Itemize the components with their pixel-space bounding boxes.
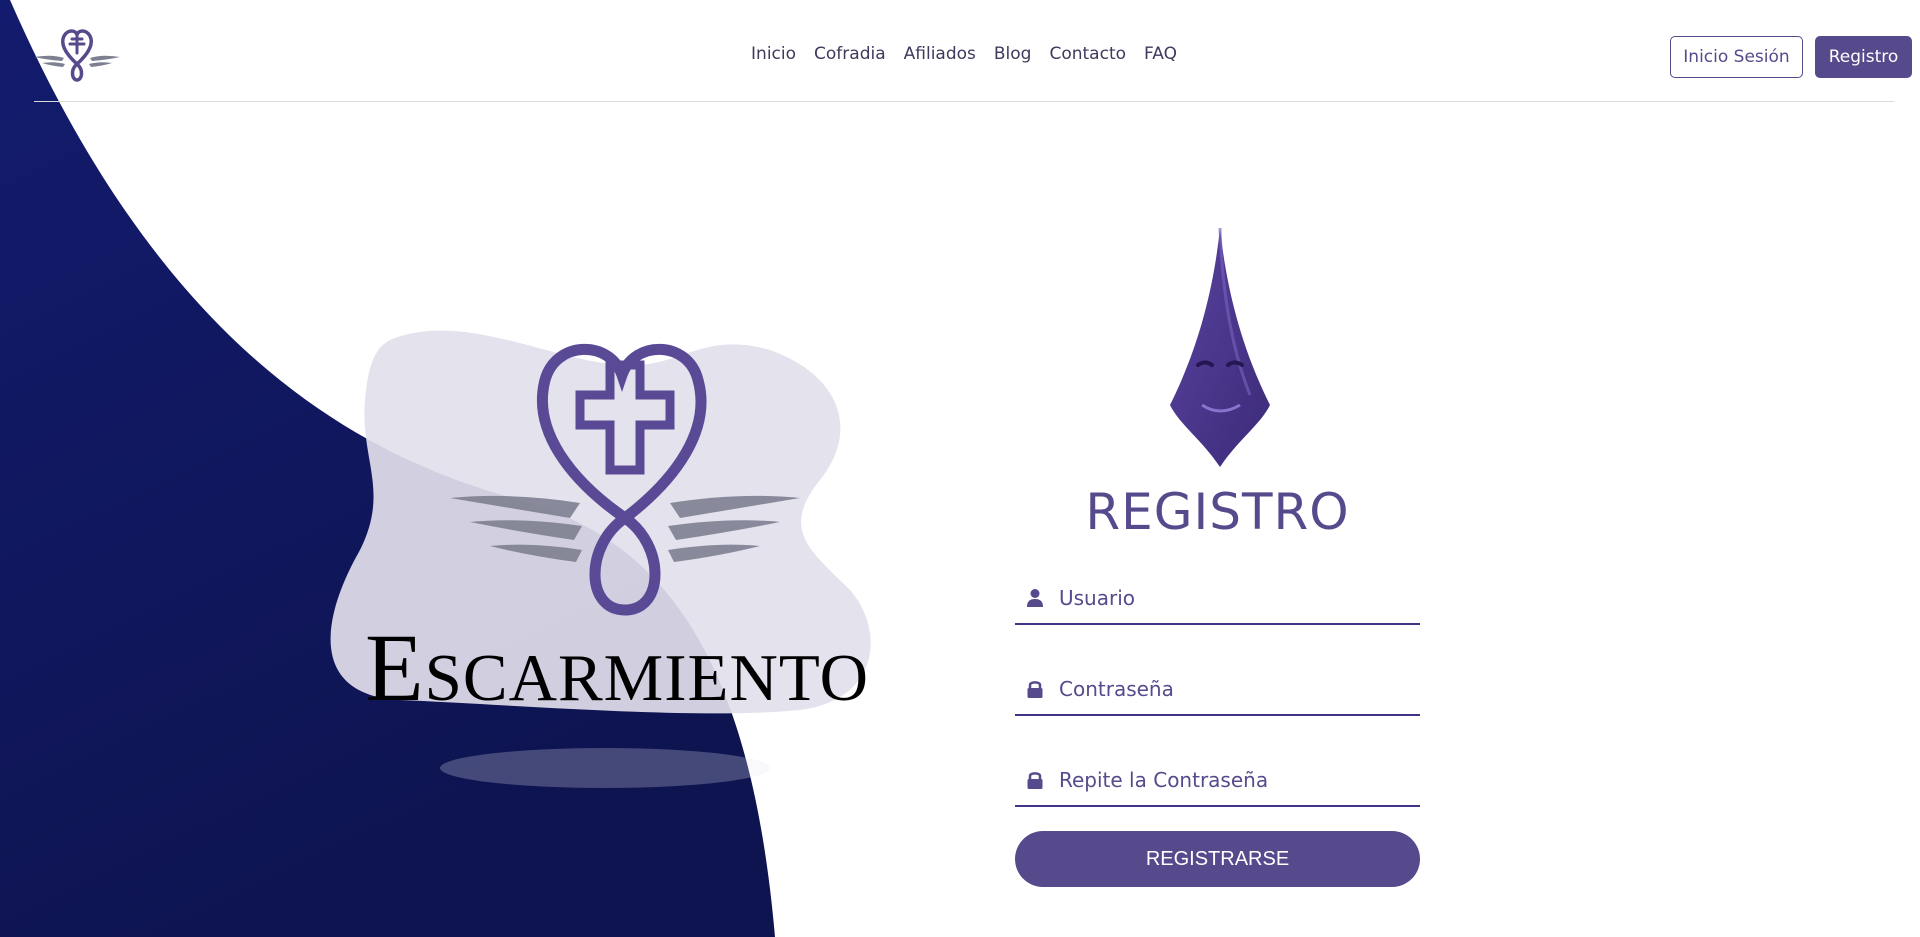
lock-icon xyxy=(1027,681,1043,698)
nav-link-cofradia[interactable]: Cofradia xyxy=(814,44,886,64)
password-input[interactable] xyxy=(1059,677,1399,701)
login-button[interactable]: Inicio Sesión xyxy=(1670,36,1803,78)
nav-link-contacto[interactable]: Contacto xyxy=(1049,44,1126,64)
user-icon xyxy=(1027,589,1043,607)
repeat-password-field[interactable] xyxy=(1015,755,1420,807)
background-navy-curve xyxy=(0,0,775,937)
lock-icon xyxy=(1027,772,1043,789)
password-field[interactable] xyxy=(1015,664,1420,716)
form-title: REGISTRO xyxy=(1085,483,1350,541)
navbar: Inicio Cofradia Afiliados Blog Contacto … xyxy=(0,0,1920,102)
nav-link-inicio[interactable]: Inicio xyxy=(751,44,796,64)
nav-link-faq[interactable]: FAQ xyxy=(1144,44,1177,64)
main-nav: Inicio Cofradia Afiliados Blog Contacto … xyxy=(0,44,1920,64)
hero-logo-illustration xyxy=(330,330,871,788)
nav-link-afiliados[interactable]: Afiliados xyxy=(904,44,976,64)
repeat-password-input[interactable] xyxy=(1059,768,1399,792)
nav-link-blog[interactable]: Blog xyxy=(994,44,1032,64)
username-field[interactable] xyxy=(1015,573,1420,625)
hero-shadow xyxy=(440,748,770,788)
register-submit-button[interactable]: REGISTRARSE xyxy=(1015,831,1420,887)
hood-icon xyxy=(1170,227,1270,467)
username-input[interactable] xyxy=(1059,586,1399,610)
brand-title: Escarmiento xyxy=(365,614,869,721)
navbar-divider xyxy=(34,101,1894,102)
register-nav-button[interactable]: Registro xyxy=(1815,36,1912,78)
